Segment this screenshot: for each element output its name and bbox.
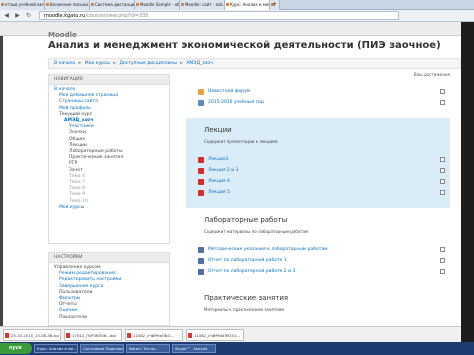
downloads-bar: 25-10-2015_13-08-36.zip 17042_ЛчРЗКП06..… xyxy=(0,326,461,342)
activity-link[interactable]: 2015-2016 учебный год xyxy=(198,100,264,106)
completion-checkbox[interactable] xyxy=(440,168,445,173)
os-taskbar: пуск Курс: Анализ и ме... Состояние Подк… xyxy=(0,342,474,355)
folder-icon xyxy=(198,100,204,106)
browser-tab-active[interactable]: Курс: Анализ и менеджмент... xyxy=(225,0,270,10)
navigation-header: НАВИГАЦИЯ xyxy=(49,75,169,85)
activity-link[interactable]: Лекция1 xyxy=(198,157,228,163)
assignment-icon xyxy=(198,269,204,275)
moodle-header: Moodle xyxy=(0,22,474,39)
breadcrumb-item[interactable]: АМЭД_заоч xyxy=(186,61,212,66)
section-title: Практические занятия xyxy=(204,294,289,302)
assignment-icon xyxy=(198,258,204,264)
moodle-brand[interactable]: Moodle xyxy=(0,31,77,39)
section-title: Лабораторные работы xyxy=(204,216,288,224)
url-path: /course/view.php?id=335 xyxy=(85,13,149,19)
download-item[interactable]: 25-10-2015_13-08-36.zip xyxy=(3,328,61,341)
activity-link[interactable]: Методические указания к лабораторным раб… xyxy=(198,247,328,253)
address-bar: ◀ ▶ ↻ moodle.kgatu.ru/course/view.php?id… xyxy=(0,10,474,22)
section-labs: Лабораторные работы Содержит материалы п… xyxy=(186,212,450,282)
settings-item: Показатели xyxy=(59,314,87,320)
breadcrumb: В начало ► Мои курсы ► Доступные дисциплины ►… xyxy=(48,58,461,69)
settings-tree: Управление курсом Режим редактирования Ред… xyxy=(49,263,169,321)
activity-link[interactable]: Лекция 2 и 3 xyxy=(198,168,239,174)
taskbar-item[interactable]: Skype™ - tanyad xyxy=(172,344,216,353)
activity-link[interactable]: Лекция 5 xyxy=(198,190,230,196)
section-practice: Практические занятия Материалы к практич… xyxy=(186,286,450,326)
browser-tab[interactable]: Moodle: сайт - ads.pe.com... xyxy=(180,0,225,10)
browser-tab[interactable]: Система дистанционного обу... xyxy=(90,0,135,10)
start-button[interactable]: пуск xyxy=(0,343,32,354)
reload-icon[interactable]: ↻ xyxy=(24,11,33,20)
settings-header: НАСТРОЙКИ xyxy=(49,253,169,263)
forum-icon xyxy=(198,89,204,95)
download-item[interactable]: 11082_сЧИРНаПМ151... xyxy=(186,328,244,341)
left-edge-strip xyxy=(0,36,3,342)
browser-tab[interactable]: Вложения письма. Сделан... xyxy=(45,0,90,10)
taskbar-item[interactable]: Вагон: Тесты... xyxy=(126,344,170,353)
pdf-icon xyxy=(198,190,204,196)
section-summary: Содержит материалы по лабораторным работ… xyxy=(204,229,308,234)
completion-checkbox[interactable] xyxy=(440,258,445,263)
activity-link[interactable]: Отчет по лабораторной работе 2 и 3 xyxy=(198,269,295,275)
url-host: moodle.kgatu.ru xyxy=(44,13,86,19)
section-title: Лекции xyxy=(204,126,232,134)
download-item[interactable]: 11082_сЧИРНаПБО... xyxy=(125,328,183,341)
forward-arrow-icon[interactable]: ▶ xyxy=(13,11,22,20)
document-icon xyxy=(198,247,204,253)
activity-link[interactable]: Лекция 4 xyxy=(198,179,230,185)
new-tab-button[interactable]: + xyxy=(270,0,280,10)
browser-tab-bar: отзыв учебной вкладкой... Вложения письм… xyxy=(0,0,474,10)
completion-checkbox[interactable] xyxy=(440,100,445,105)
download-item[interactable]: 17042_ЛчРЗКП06...doc xyxy=(64,328,122,341)
navigation-tree: В начало Моя домашняя страница Страницы са… xyxy=(49,85,169,211)
nav-item[interactable]: Мои курсы xyxy=(49,205,169,211)
completion-checkbox[interactable] xyxy=(440,247,445,252)
section-general: Новостной форум 2015-2016 учебный год xyxy=(186,82,450,112)
settings-block: НАСТРОЙКИ Управление курсом Режим редакти… xyxy=(48,252,170,326)
breadcrumb-item[interactable]: В начало xyxy=(54,61,75,66)
url-field[interactable]: moodle.kgatu.ru/course/view.php?id=335 xyxy=(39,11,399,20)
page-title: Анализ и менеджмент экономической деятел… xyxy=(48,40,441,51)
back-arrow-icon[interactable]: ◀ xyxy=(2,11,11,20)
pdf-icon xyxy=(198,179,204,185)
taskbar-item[interactable]: Курс: Анализ и ме... xyxy=(34,344,78,353)
breadcrumb-item[interactable]: Доступные дисциплины xyxy=(119,61,176,66)
right-edge-strip xyxy=(461,22,474,342)
section-summary: Материалы к практическим занятиям xyxy=(204,307,285,312)
section-lectures: Лекции Содержит презентации к лекциям Ле… xyxy=(186,118,450,208)
activity-link[interactable]: Новостной форум xyxy=(198,89,250,95)
completion-checkbox[interactable] xyxy=(440,179,445,184)
activity-link[interactable]: Отчет по лабораторной работе 1 xyxy=(198,258,287,264)
browser-tab[interactable]: отзыв учебной вкладкой... xyxy=(0,0,45,10)
progress-note: Ваш достижения xyxy=(413,72,450,77)
course-content: Ваш достижения Новостной форум 2015-2016… xyxy=(186,72,450,342)
completion-checkbox[interactable] xyxy=(440,89,445,94)
section-summary: Содержит презентации к лекциям xyxy=(204,139,278,144)
pdf-icon xyxy=(198,168,204,174)
completion-checkbox[interactable] xyxy=(440,269,445,274)
browser-tab[interactable]: Moodle Sample - образов... xyxy=(135,0,180,10)
breadcrumb-item[interactable]: Мои курсы xyxy=(85,61,110,66)
completion-checkbox[interactable] xyxy=(440,157,445,162)
pdf-icon xyxy=(198,157,204,163)
completion-checkbox[interactable] xyxy=(440,190,445,195)
taskbar-item[interactable]: Состояние Подключен... xyxy=(80,344,124,353)
navigation-block: НАВИГАЦИЯ В начало Моя домашняя страница С… xyxy=(48,74,170,244)
